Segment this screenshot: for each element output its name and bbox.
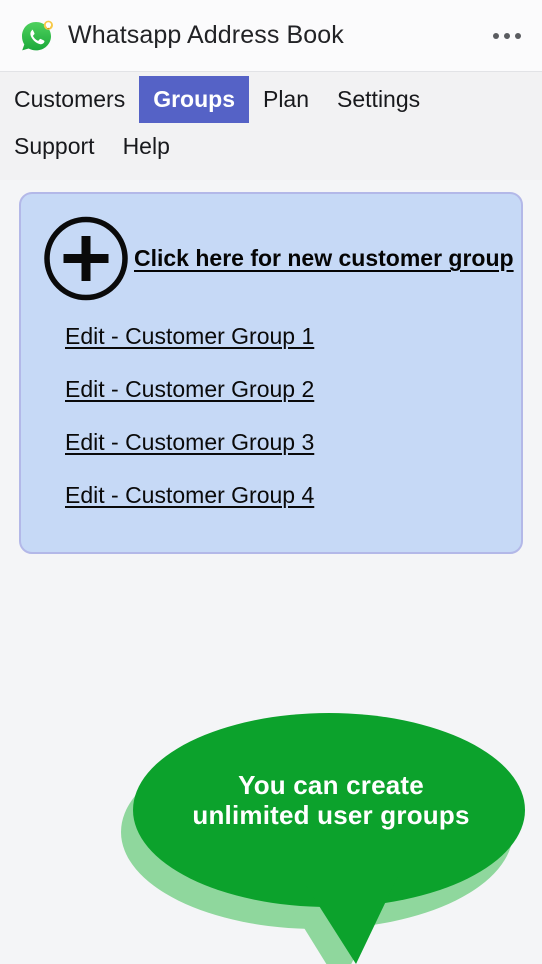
edit-customer-group-1-link[interactable]: Edit - Customer Group 1 [65, 323, 314, 350]
tab-plan[interactable]: Plan [249, 76, 323, 123]
groups-panel-wrapper: Click here for new customer group Edit -… [0, 180, 542, 555]
plus-circle-icon[interactable] [40, 216, 132, 301]
edit-group-list: Edit - Customer Group 1 Edit - Customer … [21, 323, 521, 509]
groups-panel: Click here for new customer group Edit -… [19, 192, 523, 555]
whatsapp-icon [17, 16, 57, 56]
kebab-menu-icon[interactable] [489, 25, 525, 47]
tab-settings[interactable]: Settings [323, 76, 434, 123]
edit-customer-group-4-link[interactable]: Edit - Customer Group 4 [65, 482, 314, 509]
tab-groups[interactable]: Groups [139, 76, 249, 124]
tab-support[interactable]: Support [0, 123, 109, 170]
bubble-body [133, 713, 525, 964]
edit-customer-group-2-link[interactable]: Edit - Customer Group 2 [65, 376, 314, 403]
app-header: Whatsapp Address Book [0, 0, 542, 72]
tab-customers[interactable]: Customers [0, 76, 139, 123]
callout-text: You can create unlimited user groups [135, 770, 527, 831]
edit-customer-group-3-link[interactable]: Edit - Customer Group 3 [65, 429, 314, 456]
main-nav: Customers Groups Plan Settings Support H… [0, 72, 542, 181]
page-title: Whatsapp Address Book [68, 21, 344, 49]
callout-line-2: unlimited user groups [192, 800, 470, 831]
new-customer-group-row[interactable]: Click here for new customer group [21, 216, 521, 301]
new-customer-group-link[interactable]: Click here for new customer group [134, 245, 514, 272]
tab-help[interactable]: Help [109, 123, 184, 170]
callout-line-1: You can create [238, 770, 424, 800]
